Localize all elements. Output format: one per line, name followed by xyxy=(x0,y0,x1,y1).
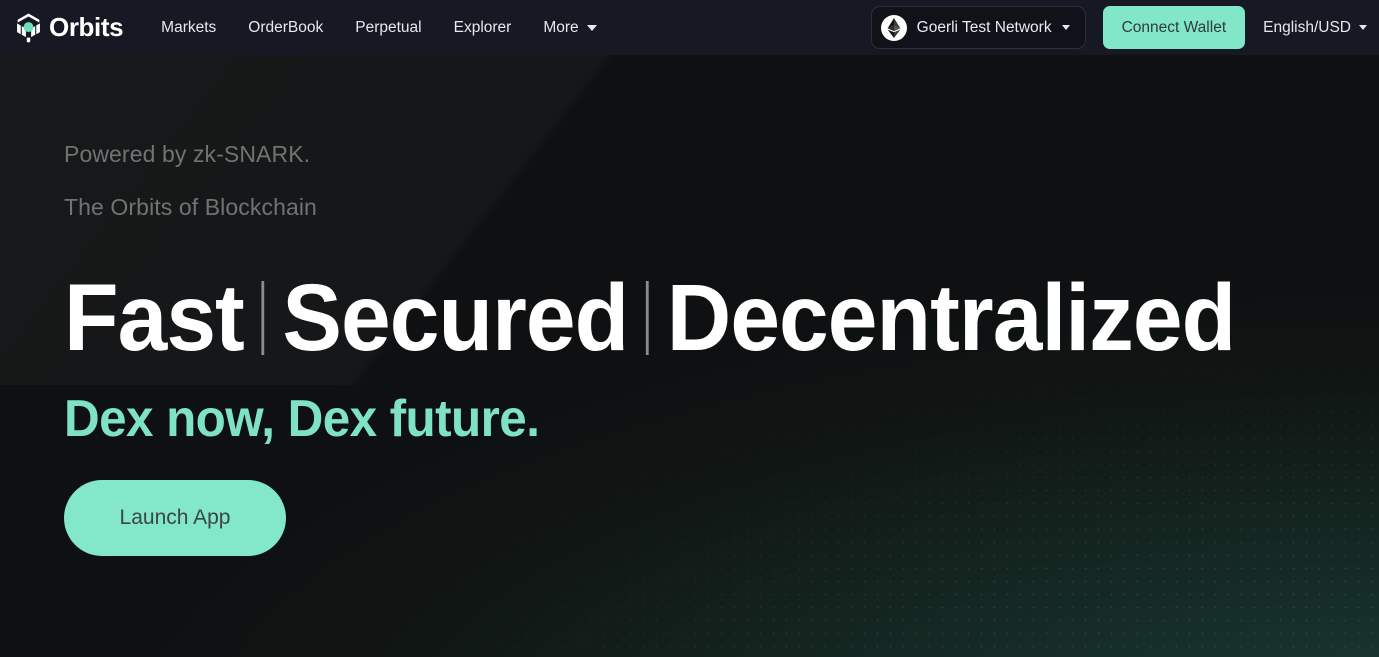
nav-link-explorer[interactable]: Explorer xyxy=(438,19,528,37)
locale-label: English/USD xyxy=(1263,18,1351,36)
brand-logo[interactable]: Orbits xyxy=(13,12,124,43)
chevron-down-icon xyxy=(1061,25,1070,30)
nav-link-orderbook[interactable]: OrderBook xyxy=(232,19,339,37)
network-selector[interactable]: Goerli Test Network xyxy=(870,6,1086,49)
launch-app-button[interactable]: Launch App xyxy=(64,480,286,557)
headline-word-fast: Fast xyxy=(64,265,245,371)
connect-wallet-button[interactable]: Connect Wallet xyxy=(1102,6,1246,49)
headline-separator xyxy=(261,281,265,356)
hero-section: Powered by zk-SNARK. The Orbits of Block… xyxy=(0,55,1379,657)
nav-link-perpetual[interactable]: Perpetual xyxy=(339,19,437,37)
orbits-cube-logo-icon xyxy=(13,12,44,43)
hero-content: Powered by zk-SNARK. The Orbits of Block… xyxy=(0,141,1379,557)
network-label: Goerli Test Network xyxy=(916,18,1052,36)
headline-separator xyxy=(646,281,649,356)
ethereum-icon xyxy=(880,14,907,41)
headline-word-secured: Secured xyxy=(282,265,629,371)
hero-eyebrow-line-1: Powered by zk-SNARK. xyxy=(64,141,311,167)
brand-name: Orbits xyxy=(49,12,124,42)
hero-eyebrow-line-2: The Orbits of Blockchain xyxy=(64,194,317,220)
headline-word-decentralized: Decentralized xyxy=(666,265,1236,371)
hero-subheadline: Dex now, Dex future. xyxy=(64,389,540,448)
navbar-actions: Goerli Test Network Connect Wallet Engli… xyxy=(870,0,1379,55)
nav-link-markets[interactable]: Markets xyxy=(145,19,232,37)
orbits-landing-page: Orbits Markets OrderBook Perpetual Explo… xyxy=(0,0,1379,657)
chevron-down-icon xyxy=(586,24,597,31)
nav-more-dropdown[interactable]: More xyxy=(527,19,612,37)
locale-currency-selector[interactable]: English/USD xyxy=(1263,19,1367,37)
nav-more-label: More xyxy=(543,18,579,36)
top-navigation-bar: Orbits Markets OrderBook Perpetual Explo… xyxy=(0,0,1379,55)
hero-headline: Fast Secured Decentralized xyxy=(64,269,1300,368)
chevron-down-icon xyxy=(1359,25,1367,30)
primary-nav: Markets OrderBook Perpetual Explorer Mor… xyxy=(145,19,612,37)
